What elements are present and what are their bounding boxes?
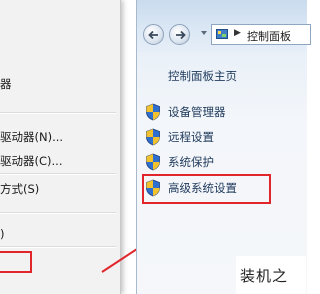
- context-menu-item-partial[interactable]: 器: [0, 76, 12, 92]
- back-button[interactable]: [143, 24, 164, 45]
- link-label: 远程设置: [168, 130, 214, 144]
- shield-icon: [146, 128, 160, 146]
- properties-highlight-box: [0, 251, 32, 273]
- control-panel-window: ▶ 控制面板 控制面板主页 设备管理器 远程设置 系统保护 高级系统设置: [136, 0, 311, 294]
- menu-separator: [0, 173, 116, 175]
- breadcrumb-separator-icon[interactable]: ▶: [234, 28, 241, 38]
- back-arrow-icon: [148, 30, 158, 40]
- shield-icon: [146, 103, 160, 121]
- control-panel-icon: [216, 29, 228, 39]
- advanced-settings-highlight-box: [142, 174, 271, 204]
- context-menu-item-disconnect-drive[interactable]: 驱动器(C)...: [0, 153, 62, 169]
- context-menu-item-map-drive[interactable]: 驱动器(N)...: [0, 129, 63, 145]
- shield-icon: [146, 153, 160, 171]
- history-dropdown-icon[interactable]: [201, 31, 207, 35]
- address-bar[interactable]: ▶ 控制面板: [211, 24, 311, 45]
- link-label: 系统保护: [168, 155, 214, 169]
- breadcrumb-control-panel[interactable]: 控制面板: [247, 28, 291, 44]
- control-panel-home-link[interactable]: 控制面板主页: [168, 68, 237, 84]
- menu-separator: [0, 112, 116, 114]
- context-menu-item-rename[interactable]: ): [0, 227, 5, 241]
- forward-arrow-icon: [176, 30, 186, 40]
- forward-button[interactable]: [169, 24, 190, 45]
- watermark: 装机之: [236, 256, 306, 294]
- context-menu-item-create-shortcut[interactable]: 方式(S): [0, 181, 39, 197]
- watermark-text: 装机之: [240, 267, 289, 285]
- link-label: 设备管理器: [168, 105, 226, 119]
